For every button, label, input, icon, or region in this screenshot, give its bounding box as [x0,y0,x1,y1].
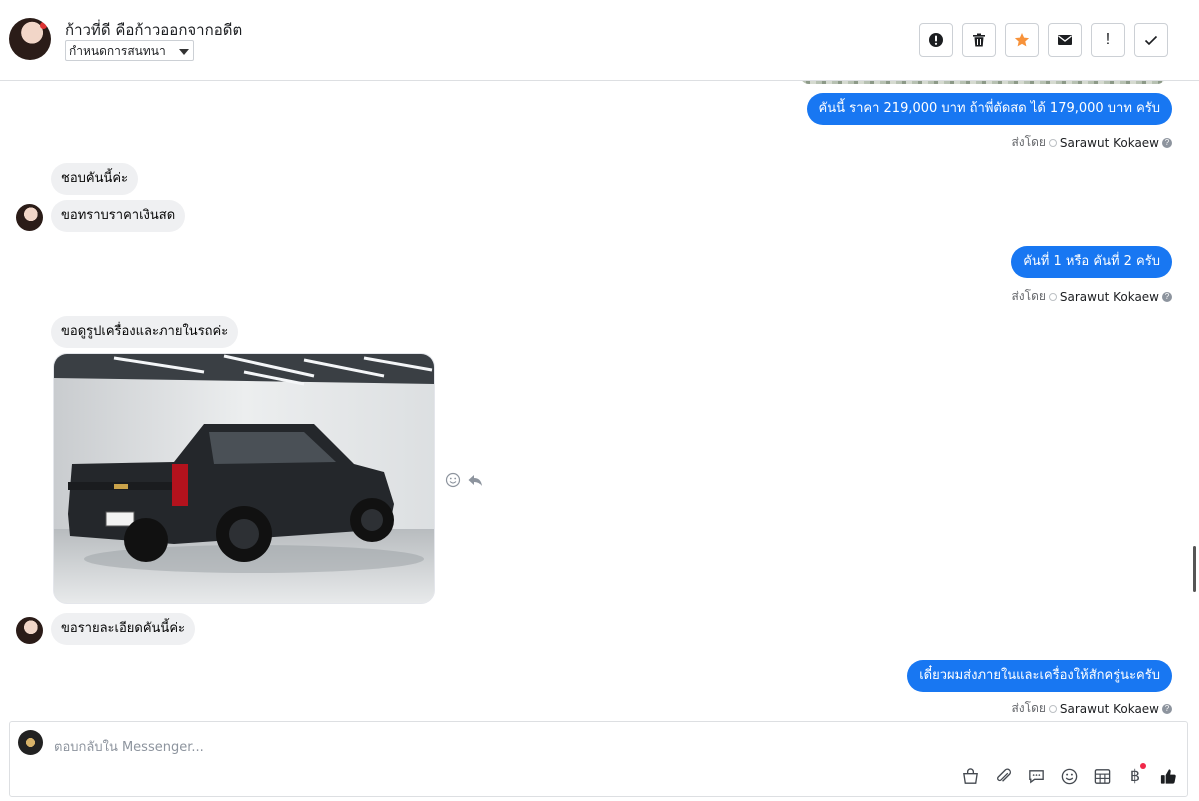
star-button[interactable] [1005,23,1039,57]
image-attachment-pickup-truck[interactable] [53,353,435,604]
react-emoji-icon[interactable] [445,472,461,488]
scrollbar-thumb[interactable] [1193,546,1196,592]
caret-down-icon [179,49,189,55]
help-icon[interactable]: ? [1162,291,1172,302]
trash-icon [973,33,985,47]
table-icon [1094,768,1110,784]
help-icon[interactable]: ? [1162,137,1172,148]
sender-name: Sarawut Kokaew [1059,135,1159,150]
thumbs-up-button[interactable] [1158,766,1178,786]
composer-toolbar: ฿ [960,763,1178,786]
seen-check-icon [1048,138,1057,147]
payment-button[interactable]: ฿ [1125,763,1146,786]
check-icon [1144,35,1158,46]
delete-button[interactable] [962,23,996,57]
message-thread[interactable]: คันนี้ ราคา 219,000 บาท ถ้าพี่ตัดสด ได้ … [0,81,1199,715]
reply-input[interactable] [52,734,956,760]
contact-avatar-small [16,204,43,231]
sent-by-prefix: ส่งโดย [1011,701,1046,715]
assign-conversation-label: กำหนดการสนทนา [69,44,166,58]
mark-unread-button[interactable] [1048,23,1082,57]
mark-done-button[interactable] [1134,23,1168,57]
contact-avatar[interactable] [9,18,51,60]
page-avatar [18,730,43,755]
spam-alert-button[interactable] [919,23,953,57]
conversation-header: ก้าวที่ดี คือก้าวออกจากอดีต กำหนดการสนทน… [0,0,1199,81]
shop-icon [962,767,978,784]
sent-by-label: ส่งโดย Sarawut Kokaew ? [1011,287,1172,306]
contact-avatar-small [16,617,43,644]
sent-by-prefix: ส่งโดย [1011,289,1046,303]
alert-circle-icon [929,33,943,47]
help-icon[interactable]: ? [1162,703,1172,714]
attachment-icon [996,768,1011,782]
message-bubble-incoming[interactable]: ขอดูรูปเครื่องและภายในรถค่ะ [51,316,239,348]
message-bubble-outgoing[interactable]: เดี๋ยวผมส่งภายในและเครื่องให้สักครู่นะคร… [907,660,1172,692]
contact-name[interactable]: ก้าวที่ดี คือก้าวออกจากอดีต [65,18,242,42]
star-icon [1014,33,1030,47]
emoji-icon [1061,768,1077,784]
baht-icon: ฿ [1129,768,1141,785]
seen-check-icon [1048,704,1057,713]
sender-name: Sarawut Kokaew [1059,701,1159,716]
message-bubble-incoming[interactable]: ชอบคันนี้ค่ะ [51,163,139,195]
shop-button[interactable] [960,766,980,786]
pickup-truck-photo [54,354,434,603]
photo-actions [445,472,483,488]
sent-by-label: ส่งโดย Sarawut Kokaew ? [1011,699,1172,715]
saved-reply-button[interactable] [1026,766,1046,786]
envelope-icon [1058,35,1072,45]
message-bubble-outgoing[interactable]: คันที่ 1 หรือ คันที่ 2 ครับ [1011,246,1172,278]
reply-composer: ฿ [9,721,1188,797]
previous-image-attachment[interactable] [800,81,1166,84]
table-button[interactable] [1092,766,1112,786]
sent-by-label: ส่งโดย Sarawut Kokaew ? [1011,133,1172,152]
message-bubble-incoming[interactable]: ขอรายละเอียดคันนี้ค่ะ [51,613,196,645]
assign-conversation-dropdown[interactable]: กำหนดการสนทนา [65,40,194,61]
sender-name: Sarawut Kokaew [1059,289,1159,304]
attachment-button[interactable] [993,766,1013,786]
follow-up-button[interactable]: ! [1091,23,1125,57]
emoji-button[interactable] [1059,766,1079,786]
saved-reply-icon [1028,769,1044,784]
message-bubble-incoming[interactable]: ขอทราบราคาเงินสด [51,200,186,232]
exclamation-icon: ! [1105,31,1111,48]
notification-dot [1140,763,1146,769]
seen-check-icon [1048,292,1057,301]
reply-arrow-icon[interactable] [467,472,483,488]
message-bubble-outgoing[interactable]: คันนี้ ราคา 219,000 บาท ถ้าพี่ตัดสด ได้ … [806,93,1172,125]
thumbs-up-icon [1160,768,1176,784]
sent-by-prefix: ส่งโดย [1011,135,1046,149]
